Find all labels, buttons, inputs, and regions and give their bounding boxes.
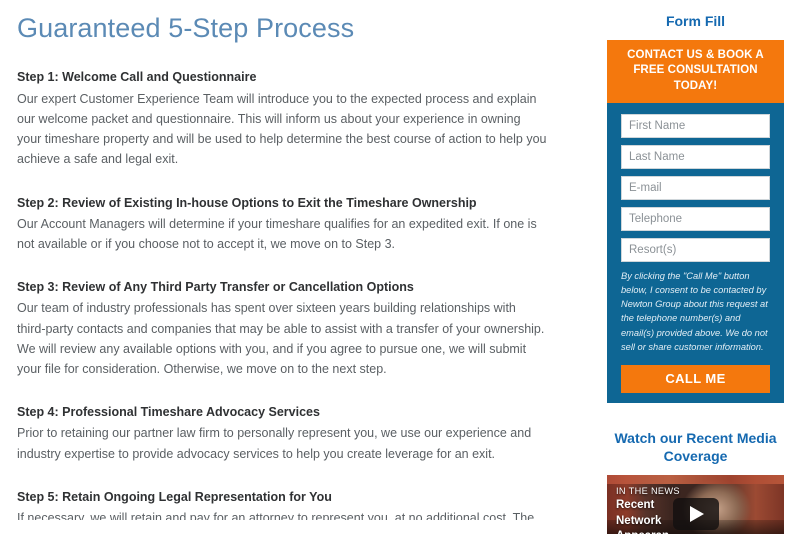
step-heading: Step 2: Review of Existing In-house Opti… [17,195,477,210]
first-name-input[interactable] [621,114,770,139]
step-block: Step 4: Professional Timeshare Advocacy … [17,403,547,464]
video-thumbnail[interactable]: IN THE NEWS Recent Network Appearan [607,474,784,534]
page-title: Guaranteed 5-Step Process [17,13,355,43]
video-overlay-text: IN THE NEWS Recent Network Appearan [616,486,680,534]
step-heading: Step 3: Review of Any Third Party Transf… [17,280,414,295]
video-title-line-2: Network [616,514,662,527]
step-heading: Step 5: Retain Ongoing Legal Representat… [17,489,332,504]
article-column: Guaranteed 5-Step Process Step 1: Welcom… [17,0,547,520]
telephone-input[interactable] [621,207,770,232]
step-block: Step 1: Welcome Call and Questionnaire O… [17,68,547,169]
play-icon[interactable] [672,498,719,531]
contact-form-card: CONTACT US & BOOK A FREE CONSULTATION TO… [607,39,784,403]
form-banner: CONTACT US & BOOK A FREE CONSULTATION TO… [607,39,784,104]
media-coverage-heading: Watch our Recent Media Coverage [614,429,777,465]
video-kicker: IN THE NEWS [616,485,680,496]
step-body: If necessary, we will retain and pay for… [17,511,535,520]
form-fields [607,103,784,263]
video-title-line-3: Appearan [616,530,680,533]
step-body: Our expert Customer Experience Team will… [17,91,547,167]
step-heading: Step 4: Professional Timeshare Advocacy … [17,405,320,420]
step-block: Step 5: Retain Ongoing Legal Representat… [17,488,547,520]
video-still-highlight [607,474,784,484]
form-fill-heading: Form Fill [665,13,726,29]
email-input[interactable] [621,176,770,201]
video-title-line-1: Recent [616,499,655,512]
consent-disclaimer: By clicking the "Call Me" button below, … [621,271,768,352]
resorts-input[interactable] [621,238,770,263]
call-me-button[interactable]: CALL ME [621,364,770,393]
last-name-input[interactable] [621,145,770,170]
step-heading: Step 1: Welcome Call and Questionnaire [17,70,257,85]
step-block: Step 3: Review of Any Third Party Transf… [17,278,547,379]
step-body: Our team of industry professionals has s… [17,301,545,377]
step-body: Prior to retaining our partner law firm … [17,426,532,461]
page-root: Guaranteed 5-Step Process Step 1: Welcom… [0,0,800,534]
step-body: Our Account Managers will determine if y… [17,216,537,251]
step-block: Step 2: Review of Existing In-house Opti… [17,194,547,255]
sidebar: Form Fill CONTACT US & BOOK A FREE CONSU… [607,0,784,534]
